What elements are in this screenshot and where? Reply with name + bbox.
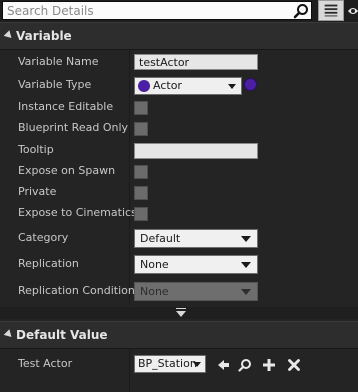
variable-type-label: Variable Type — [18, 78, 92, 91]
replication-condition-value: None — [140, 285, 169, 298]
chevron-down-icon — [228, 84, 236, 89]
expose-to-cinematics-checkbox[interactable] — [134, 207, 148, 221]
blueprint-read-only-label: Blueprint Read Only — [18, 121, 129, 134]
chevron-down-icon — [193, 362, 201, 367]
category-value: Default — [140, 232, 181, 245]
instance-editable-label: Instance Editable — [18, 100, 114, 113]
test-actor-value: BP_Station — [138, 357, 197, 370]
category-label: Category — [18, 231, 69, 244]
default-value-category-header[interactable]: Default Value — [0, 321, 358, 349]
eye-icon[interactable] — [347, 4, 358, 18]
instance-editable-checkbox[interactable] — [134, 101, 148, 115]
instance-editable-row: Instance Editable — [0, 97, 358, 118]
chevron-down-icon — [241, 262, 251, 268]
add-icon[interactable] — [262, 358, 276, 372]
variable-type-value: Actor — [153, 79, 182, 92]
advanced-expand-bar-icon — [176, 308, 186, 309]
collapse-arrow-icon[interactable] — [3, 30, 15, 41]
variable-name-field[interactable]: testActor — [134, 54, 258, 70]
browse-magnifier-icon[interactable] — [238, 358, 252, 372]
private-label: Private — [18, 185, 57, 198]
expose-on-spawn-checkbox[interactable] — [134, 165, 148, 179]
expose-on-spawn-label: Expose on Spawn — [18, 164, 116, 177]
private-checkbox[interactable] — [134, 186, 148, 200]
chevron-down-icon — [241, 236, 251, 242]
variable-name-label: Variable Name — [18, 55, 99, 68]
category-title: Variable — [16, 29, 72, 43]
collapse-arrow-icon[interactable] — [3, 329, 15, 340]
search-box[interactable] — [2, 1, 312, 20]
tooltip-label: Tooltip — [18, 143, 54, 156]
test-actor-label: Test Actor — [18, 357, 73, 370]
category-combobox[interactable]: Default — [134, 229, 258, 248]
replication-condition-dropdown: None — [134, 282, 258, 301]
details-toolbar — [0, 0, 358, 22]
container-type-icon[interactable] — [244, 78, 257, 91]
search-input[interactable] — [7, 2, 287, 19]
replication-value: None — [140, 258, 169, 271]
use-selected-arrow-icon[interactable] — [216, 358, 230, 372]
object-type-icon — [138, 80, 150, 92]
blueprint-read-only-row: Blueprint Read Only — [0, 118, 358, 139]
replication-dropdown[interactable]: None — [134, 255, 258, 274]
clear-close-icon[interactable] — [287, 358, 301, 372]
search-icon[interactable] — [293, 3, 309, 19]
variable-type-dropdown[interactable]: Actor — [134, 77, 242, 95]
category-title: Default Value — [16, 328, 108, 342]
expose-on-spawn-row: Expose on Spawn — [0, 161, 358, 182]
replication-condition-label: Replication Condition — [18, 284, 135, 297]
tooltip-field[interactable] — [134, 143, 258, 159]
grid-icon — [324, 4, 338, 17]
test-actor-picker[interactable]: BP_Station — [134, 355, 206, 373]
chevron-down-icon — [241, 289, 251, 295]
advanced-expander[interactable] — [0, 307, 358, 319]
expose-to-cinematics-row: Expose to Cinematics — [0, 203, 358, 224]
private-row: Private — [0, 182, 358, 203]
chevron-down-icon — [176, 311, 186, 317]
replication-label: Replication — [18, 257, 79, 270]
view-options-button[interactable] — [318, 0, 344, 21]
blueprint-read-only-checkbox[interactable] — [134, 122, 148, 136]
expose-to-cinematics-label: Expose to Cinematics — [18, 206, 137, 219]
variable-category-header[interactable]: Variable — [0, 22, 358, 50]
